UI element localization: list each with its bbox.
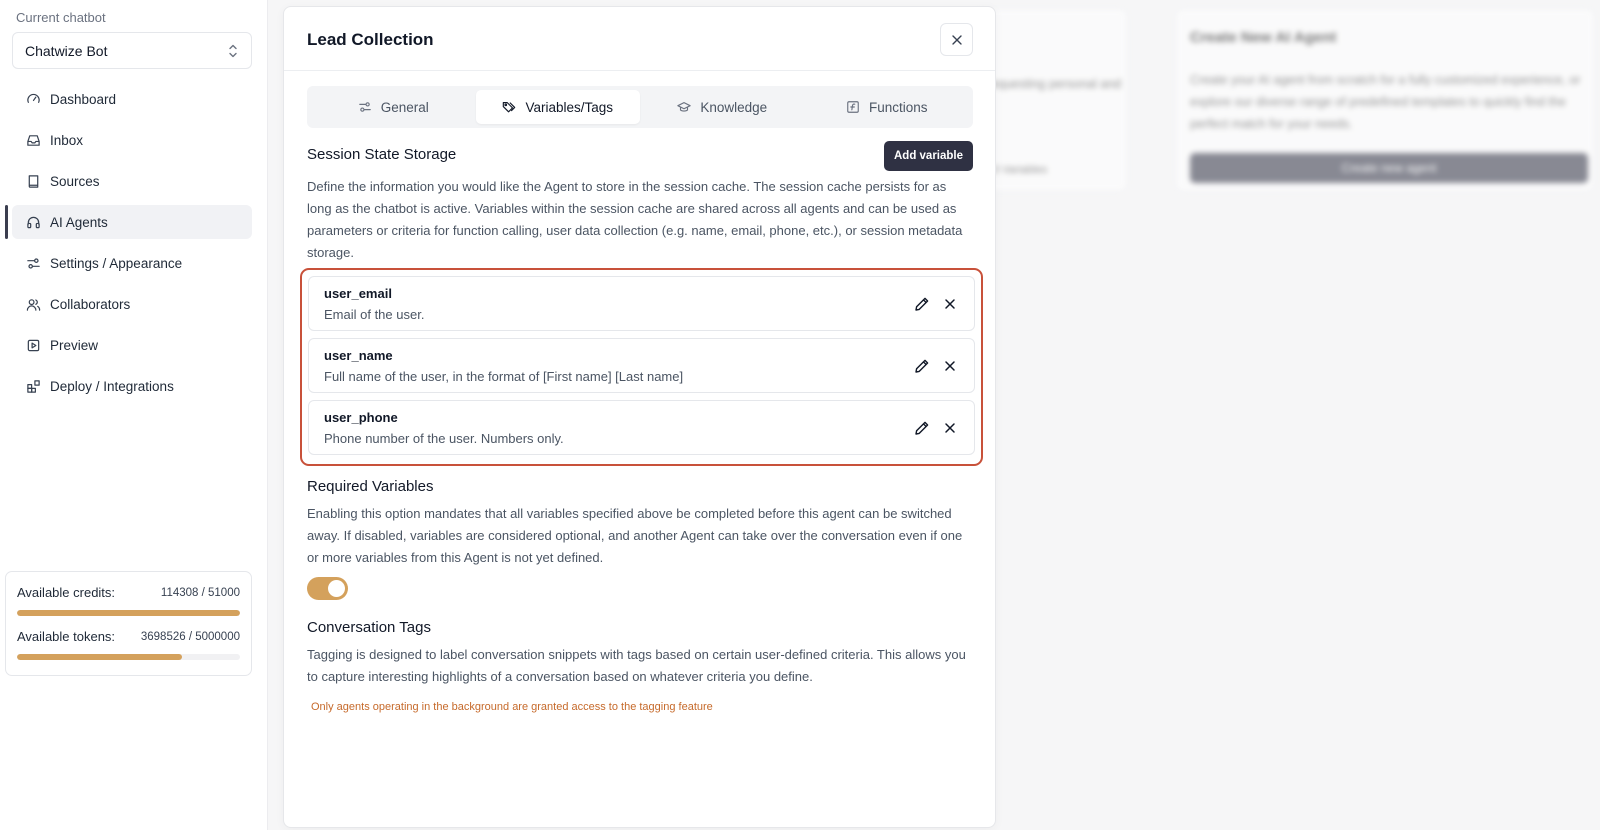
credits-progress-fill (17, 610, 240, 616)
sidebar-item-label: Preview (50, 337, 99, 353)
headset-icon (27, 216, 40, 228)
chatbot-select-value: Chatwize Bot (25, 42, 108, 59)
toggle-knob (328, 580, 345, 597)
tokens-value: 3698526 / 5000000 (140, 630, 240, 643)
lead-collection-modal: Lead Collection General Variables/Tags K… (283, 6, 996, 828)
tokens-label: Available tokens: (17, 629, 116, 644)
variable-description: Full name of the user, in the format of … (324, 369, 684, 384)
function-square-icon (847, 101, 859, 113)
tagging-warning: Only agents operating in the background … (311, 701, 713, 713)
background-create-desc: Create your AI agent from scratch for a … (1190, 73, 1581, 131)
credits-row: Available credits: 114308 / 51000 (17, 585, 240, 600)
modal-header: Lead Collection (284, 7, 995, 71)
background-content: requesting personal and 3 Variables Crea… (980, 0, 1600, 830)
conversation-tags-description: Tagging is designed to label conversatio… (307, 647, 966, 684)
variable-item-user-email: user_email Email of the user. (308, 276, 975, 331)
sidebar-item-settings-appearance[interactable]: Settings / Appearance (12, 246, 252, 280)
usage-panel: Available credits: 114308 / 51000 Availa… (5, 571, 252, 676)
conversation-tags-title: Conversation Tags (307, 619, 431, 636)
background-create-title: Create New AI Agent (1190, 29, 1337, 46)
chatbot-select[interactable]: Chatwize Bot (12, 32, 252, 69)
close-icon[interactable] (941, 295, 959, 313)
sidebar-item-label: Settings / Appearance (50, 255, 183, 271)
sidebar-item-label: Dashboard (50, 91, 117, 107)
required-variables-toggle[interactable] (307, 577, 348, 600)
sidebar-item-preview[interactable]: Preview (12, 328, 252, 362)
background-card-meta: 3 Variables (993, 164, 1048, 176)
tab-general[interactable]: General (311, 90, 476, 124)
credits-progress (17, 610, 240, 616)
tab-variables-tags[interactable]: Variables/Tags (475, 90, 640, 124)
tokens-progress (17, 654, 240, 660)
tab-knowledge[interactable]: Knowledge (640, 90, 805, 124)
variable-item-user-phone: user_phone Phone number of the user. Num… (308, 400, 975, 455)
credits-value: 114308 / 51000 (160, 586, 240, 599)
variable-name: user_phone (324, 410, 398, 425)
variable-item-user-name: user_name Full name of the user, in the … (308, 338, 975, 393)
sidebar-item-label: Deploy / Integrations (50, 378, 174, 394)
background-card-text: requesting personal and (987, 77, 1122, 91)
sidebar-item-label: AI Agents (50, 214, 108, 230)
inbox-icon (27, 134, 40, 146)
sliders-icon (358, 102, 371, 112)
tab-label: General (380, 99, 429, 115)
modal-title: Lead Collection (307, 30, 434, 49)
variable-name: user_name (324, 348, 393, 363)
modal-tabs: General Variables/Tags Knowledge Functio… (307, 86, 973, 128)
tab-label: Functions (868, 99, 928, 115)
tab-functions[interactable]: Functions (805, 90, 970, 124)
sidebar-item-label: Inbox (50, 132, 84, 148)
pencil-icon[interactable] (913, 419, 931, 437)
tags-icon (503, 102, 516, 113)
close-icon[interactable] (941, 357, 959, 375)
tokens-progress-fill (17, 654, 182, 660)
sidebar-item-deploy-integrations[interactable]: Deploy / Integrations (12, 369, 252, 403)
sidebar-item-ai-agents[interactable]: AI Agents (5, 205, 252, 239)
sidebar-item-label: Sources (50, 173, 100, 189)
tab-label: Knowledge (700, 99, 768, 115)
play-square-icon (27, 339, 40, 351)
tokens-row: Available tokens: 3698526 / 5000000 (17, 629, 240, 644)
close-button[interactable] (940, 23, 973, 56)
current-chatbot-label: Current chatbot (16, 10, 106, 25)
sidebar-item-inbox[interactable]: Inbox (12, 123, 252, 157)
variable-name: user_email (324, 286, 392, 301)
variable-description: Phone number of the user. Numbers only. (324, 431, 564, 446)
chevrons-up-down-icon (229, 44, 237, 58)
blocks-icon (27, 379, 40, 393)
credits-label: Available credits: (17, 585, 116, 600)
close-icon (951, 34, 962, 45)
background-create-button: Create new agent (1190, 153, 1588, 183)
add-variable-button[interactable]: Add variable (884, 141, 973, 171)
background-create-card: Create New AI Agent Create your AI agent… (1175, 8, 1595, 192)
book-icon (28, 174, 39, 188)
sidebar-nav: Dashboard Inbox Sources AI Agents Settin… (5, 82, 252, 410)
required-variables-description: Enabling this option mandates that all v… (307, 506, 963, 565)
variable-description: Email of the user. (324, 307, 425, 322)
sliders-icon (27, 257, 40, 269)
sidebar-item-dashboard[interactable]: Dashboard (12, 82, 252, 116)
variables-list: user_email Email of the user. user_name … (300, 268, 983, 466)
pencil-icon[interactable] (913, 295, 931, 313)
session-state-title: Session State Storage (307, 146, 457, 163)
graduation-cap-icon (677, 102, 692, 112)
sidebar-item-label: Collaborators (50, 296, 131, 312)
sidebar: Current chatbot Chatwize Bot Dashboard I… (0, 0, 268, 830)
pencil-icon[interactable] (913, 357, 931, 375)
tab-label: Variables/Tags (525, 99, 614, 115)
required-variables-title: Required Variables (307, 478, 434, 495)
close-icon[interactable] (941, 419, 959, 437)
sidebar-item-sources[interactable]: Sources (12, 164, 252, 198)
background-agent-card: requesting personal and 3 Variables (980, 8, 1128, 192)
sidebar-item-collaborators[interactable]: Collaborators (12, 287, 252, 321)
session-state-description: Define the information you would like th… (307, 179, 963, 260)
users-icon (26, 298, 41, 311)
gauge-icon (27, 93, 40, 103)
